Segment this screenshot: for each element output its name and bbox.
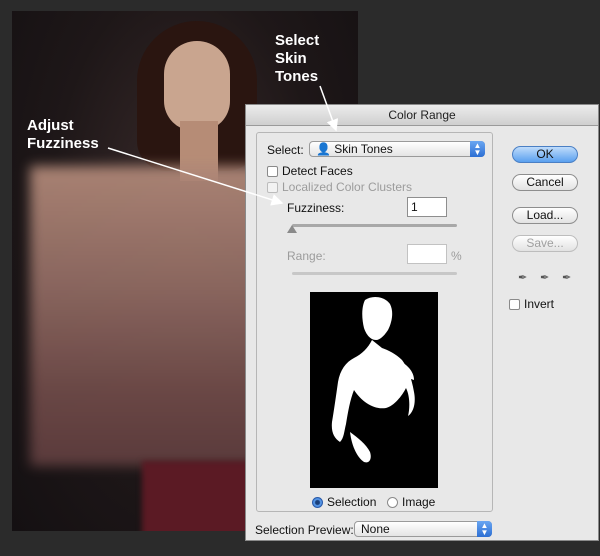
invert-label: Invert: [524, 297, 555, 311]
image-radio[interactable]: [387, 497, 398, 508]
select-dropdown[interactable]: 👤 Skin Tones ▲ ▼: [309, 141, 485, 157]
preview-stepper-icon: ▲ ▼: [477, 521, 492, 537]
image-radio-label: Image: [402, 495, 436, 509]
range-input[interactable]: [407, 244, 447, 264]
fuzziness-label: Fuzziness:: [287, 201, 345, 215]
select-value: Skin Tones: [334, 142, 393, 156]
invert-checkbox[interactable]: [509, 299, 520, 310]
options-group: Select: 👤 Skin Tones ▲ ▼ Detect Faces Loc…: [256, 132, 493, 512]
range-unit: %: [451, 249, 462, 263]
detect-faces-checkbox[interactable]: [267, 166, 278, 177]
annotation-adjust-fuzziness: Adjust Fuzziness: [27, 117, 99, 152]
select-label: Select:: [267, 143, 304, 157]
selection-radio[interactable]: [312, 497, 323, 508]
range-slider-track[interactable]: [292, 272, 457, 275]
load-button[interactable]: Load...: [512, 207, 578, 224]
selection-preview-label: Selection Preview:: [255, 523, 354, 537]
localized-clusters-checkbox[interactable]: [267, 182, 278, 193]
preview-silhouette-icon: [331, 296, 415, 463]
selection-preview-dropdown[interactable]: None ▲ ▼: [354, 521, 492, 537]
eyedropper-icon[interactable]: ✒: [518, 271, 527, 284]
save-button[interactable]: Save...: [512, 235, 578, 252]
selection-preview-value: None: [361, 522, 390, 536]
dropdown-stepper-icon: ▲ ▼: [470, 141, 485, 157]
dialog-title: Color Range: [246, 105, 598, 126]
selection-radio-label: Selection: [327, 495, 377, 509]
fuzziness-input[interactable]: 1: [407, 197, 447, 217]
selection-preview-thumbnail: [310, 292, 438, 488]
detect-faces-label: Detect Faces: [282, 164, 353, 178]
fuzziness-slider-thumb[interactable]: [287, 225, 297, 233]
color-range-dialog: Color Range Select: 👤 Skin Tones ▲ ▼ Dete…: [245, 104, 599, 541]
eyedropper-subtract-icon[interactable]: ✒: [562, 271, 571, 284]
face-shape: [164, 41, 230, 131]
localized-clusters-label: Localized Color Clusters: [282, 180, 413, 194]
cancel-button[interactable]: Cancel: [512, 174, 578, 191]
skin-tones-icon: 👤: [316, 142, 335, 156]
ok-button[interactable]: OK: [512, 146, 578, 163]
eyedropper-add-icon[interactable]: ✒: [540, 271, 549, 284]
annotation-select-skin-tones: Select Skin Tones: [275, 32, 320, 85]
range-label: Range:: [287, 249, 326, 263]
blurred-body-region: [30, 166, 270, 466]
fuzziness-slider-track[interactable]: [292, 224, 457, 227]
